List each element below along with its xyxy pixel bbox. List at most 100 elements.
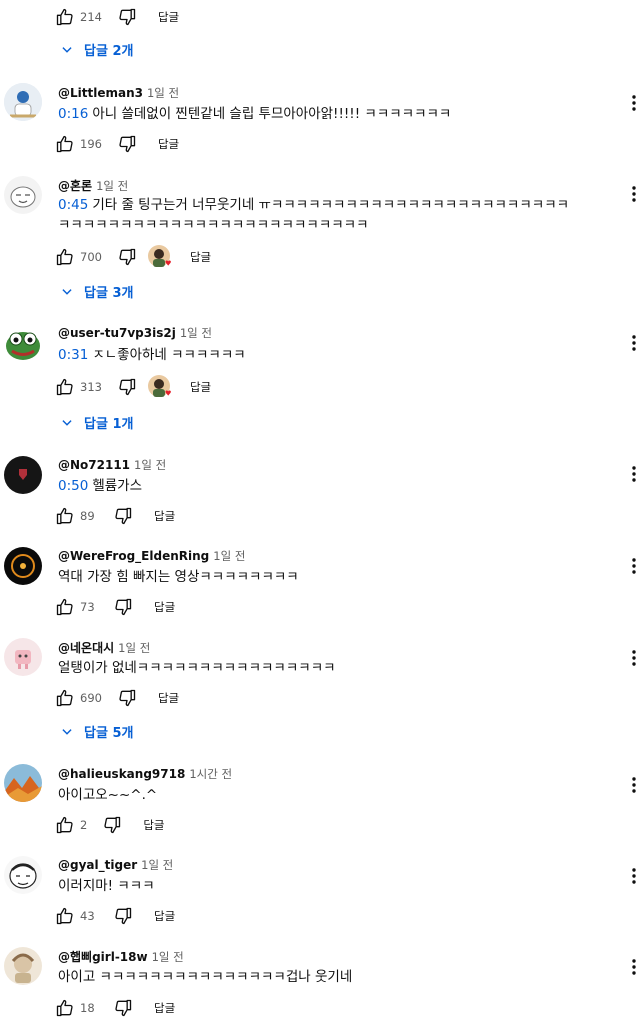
comment-time[interactable]: 1일 전: [96, 179, 128, 193]
reply-button[interactable]: 답글: [190, 249, 211, 265]
reply-button[interactable]: 답글: [154, 508, 175, 524]
like-button[interactable]: [54, 596, 76, 618]
view-replies-button[interactable]: 답글 3개: [60, 282, 133, 301]
author-name[interactable]: @halieuskang9718: [58, 767, 185, 781]
dislike-button[interactable]: [112, 505, 134, 527]
view-replies-button[interactable]: 답글 5개: [60, 722, 133, 741]
comment-author[interactable]: @WereFrog_EldenRing 1일 전: [58, 548, 245, 564]
comment-text: 0:31 ㅈㄴ좋아하네 ㅋㅋㅋㅋㅋㅋ: [58, 345, 246, 365]
reply-button[interactable]: 답글: [190, 379, 211, 395]
dislike-button[interactable]: [112, 905, 134, 927]
avatar[interactable]: [4, 547, 42, 585]
like-button[interactable]: [54, 905, 76, 927]
thumbs-up-icon: [56, 248, 73, 266]
comment-author[interactable]: @halieuskang9718 1시간 전: [58, 766, 232, 782]
chevron-down-icon: [62, 46, 72, 53]
comment-text: 0:50 헬륨가스: [58, 476, 142, 496]
like-button[interactable]: [54, 997, 76, 1019]
like-count: 690: [80, 691, 102, 705]
comment-author[interactable]: @햅삐girl-18w 1일 전: [58, 948, 184, 965]
like-button[interactable]: [54, 687, 76, 709]
dislike-button[interactable]: [112, 997, 134, 1019]
avatar[interactable]: [4, 324, 42, 362]
dislike-button[interactable]: [112, 596, 134, 618]
comment-author[interactable]: @네온대시 1일 전: [58, 639, 150, 656]
timestamp-link[interactable]: 0:45: [58, 197, 88, 213]
comment-author[interactable]: @gyal_tiger 1일 전: [58, 857, 173, 873]
thumbs-down-icon: [119, 248, 136, 266]
reply-button[interactable]: 답글: [154, 908, 175, 924]
comment-time[interactable]: 1일 전: [134, 458, 166, 472]
author-name[interactable]: @혼론: [58, 179, 92, 193]
reply-button[interactable]: 답글: [158, 690, 179, 706]
more-actions-button[interactable]: [628, 182, 640, 206]
author-name[interactable]: @Littleman3: [58, 86, 143, 100]
timestamp-link[interactable]: 0:31: [58, 347, 88, 363]
comment-text-line-2: ㅋㅋㅋㅋㅋㅋㅋㅋㅋㅋㅋㅋㅋㅋㅋㅋㅋㅋㅋㅋㅋㅋㅋㅋㅋ: [58, 217, 369, 233]
dislike-button[interactable]: [116, 246, 138, 268]
like-button[interactable]: [54, 246, 76, 268]
like-button[interactable]: [54, 376, 76, 398]
comment-author[interactable]: @Littleman3 1일 전: [58, 85, 179, 101]
more-actions-button[interactable]: [628, 91, 640, 115]
avatar[interactable]: [4, 764, 42, 802]
more-actions-button[interactable]: [628, 955, 640, 979]
dislike-button[interactable]: [101, 814, 123, 836]
comment-time[interactable]: 1일 전: [141, 858, 173, 872]
more-actions-button[interactable]: [628, 331, 640, 355]
comment-author[interactable]: @user-tu7vp3is2j 1일 전: [58, 325, 212, 341]
thumbs-down-icon: [115, 999, 132, 1017]
comment-author[interactable]: @No72111 1일 전: [58, 457, 166, 473]
like-button[interactable]: [54, 6, 76, 28]
comment-time[interactable]: 1일 전: [213, 549, 245, 563]
reply-button[interactable]: 답글: [154, 1000, 175, 1016]
comment-time[interactable]: 1일 전: [180, 326, 212, 340]
avatar[interactable]: [4, 456, 42, 494]
author-name[interactable]: @No72111: [58, 458, 130, 472]
more-actions-button[interactable]: [628, 773, 640, 797]
comment-time[interactable]: 1시간 전: [189, 767, 232, 781]
author-name[interactable]: @WereFrog_EldenRing: [58, 549, 209, 563]
reply-button[interactable]: 답글: [158, 136, 179, 152]
author-name[interactable]: @gyal_tiger: [58, 858, 137, 872]
comment-actions: 43 답글: [54, 904, 175, 928]
dislike-button[interactable]: [116, 376, 138, 398]
avatar[interactable]: [4, 638, 42, 676]
avatar[interactable]: [4, 83, 42, 121]
like-button[interactable]: [54, 133, 76, 155]
more-actions-button[interactable]: [628, 554, 640, 578]
more-vert-icon: [632, 777, 636, 793]
avatar[interactable]: [4, 947, 42, 985]
dislike-button[interactable]: [116, 687, 138, 709]
more-actions-button[interactable]: [628, 462, 640, 486]
thumbs-down-icon: [119, 378, 136, 396]
avatar[interactable]: [4, 176, 42, 214]
comment-time[interactable]: 1일 전: [152, 950, 184, 964]
view-replies-button[interactable]: 답글 1개: [60, 413, 133, 432]
dislike-button[interactable]: [116, 6, 138, 28]
reply-button[interactable]: 답글: [143, 817, 164, 833]
timestamp-link[interactable]: 0:16: [58, 106, 88, 122]
replies-label: 답글 2개: [84, 44, 134, 59]
more-actions-button[interactable]: [628, 864, 640, 888]
like-button[interactable]: [54, 814, 76, 836]
author-name[interactable]: @네온대시: [58, 641, 114, 655]
like-button[interactable]: [54, 505, 76, 527]
comment-time[interactable]: 1일 전: [118, 641, 150, 655]
comment-author[interactable]: @혼론 1일 전: [58, 177, 128, 194]
comment-time[interactable]: 1일 전: [147, 86, 179, 100]
reply-button[interactable]: 답글: [154, 599, 175, 615]
view-replies-button[interactable]: 답글 2개: [60, 40, 133, 59]
dislike-button[interactable]: [116, 133, 138, 155]
comment-text: 얼탱이가 없네ㅋㅋㅋㅋㅋㅋㅋㅋㅋㅋㅋㅋㅋㅋㅋㅋ: [58, 658, 336, 678]
comment-text: 0:16 아니 쓸데없이 찐텐같네 슬립 투므아아아앍!!!!! ㅋㅋㅋㅋㅋㅋㅋ: [58, 104, 451, 124]
reply-button[interactable]: 답글: [158, 9, 179, 25]
avatar[interactable]: [4, 856, 42, 894]
author-name[interactable]: @user-tu7vp3is2j: [58, 326, 176, 340]
more-actions-button[interactable]: [628, 646, 640, 670]
timestamp-link[interactable]: 0:50: [58, 478, 88, 494]
like-count: 43: [80, 909, 95, 923]
thumbs-up-icon: [56, 689, 73, 707]
author-name[interactable]: @햅삐girl-18w: [58, 950, 148, 964]
like-count: 2: [80, 818, 88, 832]
